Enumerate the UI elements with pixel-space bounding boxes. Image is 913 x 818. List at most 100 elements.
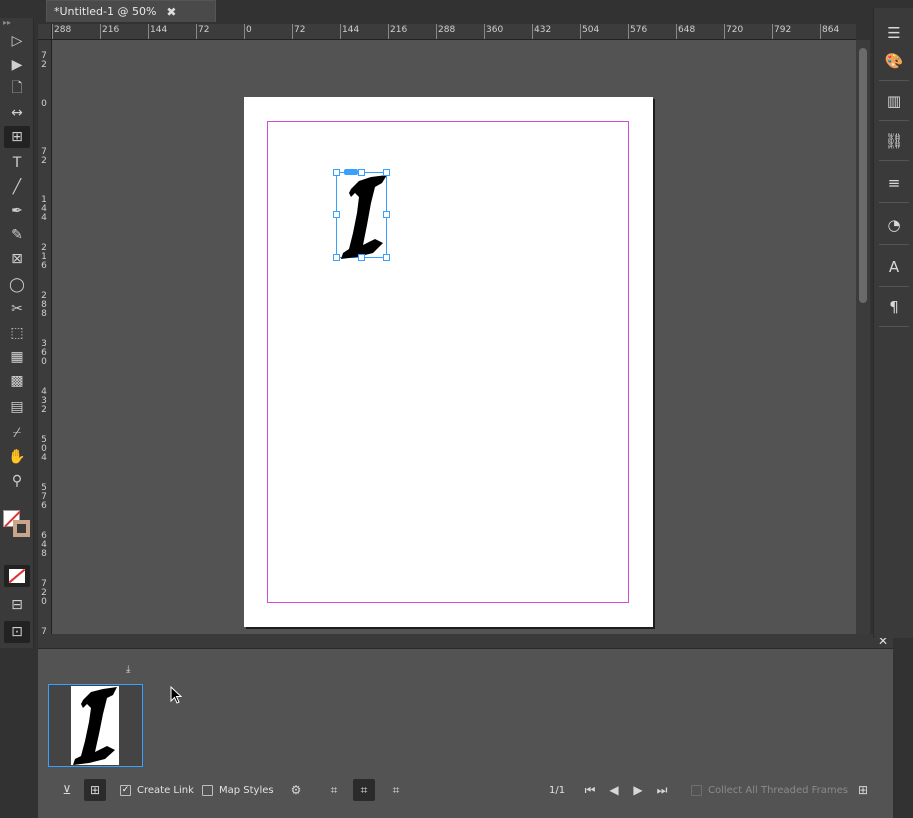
gradient-feather-tool-icon[interactable]: ▩ (4, 370, 30, 392)
resize-handle[interactable] (383, 254, 390, 261)
eyedropper-tool-icon[interactable]: ⌿ (4, 422, 30, 444)
gap-tool-icon[interactable]: ↔ (4, 102, 30, 124)
close-icon[interactable]: ✖ (166, 5, 176, 19)
ruler-tick-label: 1 4 4 (41, 195, 47, 223)
color-icon[interactable]: ◔ (881, 212, 907, 238)
create-link-label: Create Link (137, 784, 194, 796)
zoom-tool-icon[interactable]: ⚲ (4, 470, 30, 492)
conveyor-thumbnail[interactable] (48, 684, 143, 767)
ruler-tick-label: 792 (774, 25, 792, 35)
resize-handle[interactable] (333, 211, 340, 218)
ellipse-tool-icon[interactable]: ◯ (4, 274, 30, 296)
resize-handle[interactable] (383, 211, 390, 218)
type-tool-icon[interactable]: T (4, 152, 30, 174)
gradient-swatch-tool-icon[interactable]: ▦ (4, 346, 30, 368)
edit-style-mapping-icon[interactable]: ⚙ (285, 779, 307, 801)
resize-handle[interactable] (383, 169, 390, 176)
mouse-cursor-icon (170, 686, 182, 704)
selection-tool-icon[interactable]: ▷ (4, 30, 30, 52)
pages-icon[interactable]: ▥ (881, 88, 907, 114)
pencil-tool-icon[interactable]: ✎ (4, 224, 30, 246)
create-link-option[interactable]: ✓ Create Link (120, 781, 194, 799)
document-tab-title: *Untitled-1 @ 50% (54, 5, 157, 18)
next-item-icon[interactable]: ▶ (627, 779, 649, 801)
hand-tool-icon[interactable]: ✋ (4, 446, 30, 468)
ruler-tick-label: 7 2 (41, 147, 47, 166)
character-styles-icon[interactable]: A (881, 254, 907, 280)
scrollbar-thumb[interactable] (859, 48, 867, 303)
stroke-icon[interactable]: ≡ (881, 170, 907, 196)
toolbar-grip[interactable]: ▸▸ (0, 18, 34, 28)
document-tab-bar: *Untitled-1 @ 50% ✖ (38, 0, 868, 24)
panel-header (38, 634, 893, 648)
vertical-scrollbar[interactable] (856, 40, 870, 634)
fill-stroke-swatch[interactable] (3, 510, 31, 538)
collect-threaded-checkbox[interactable] (691, 784, 702, 796)
dock-separator (879, 202, 909, 203)
scissors-tool-icon[interactable]: ✂ (4, 298, 30, 320)
screen-mode-icon[interactable]: ⊡ (4, 621, 30, 643)
line-tool-icon[interactable]: ╱ (4, 176, 30, 198)
collect-mode-icon[interactable]: ⊞ (84, 779, 106, 801)
ruler-tick (436, 24, 437, 39)
document-tab[interactable]: *Untitled-1 @ 50% ✖ (46, 0, 216, 22)
apply-none-icon[interactable] (4, 565, 30, 587)
ruler-tick-label: 7 2 0 (41, 579, 47, 607)
ruler-tick-label: 0 (41, 99, 47, 109)
selected-graphic-frame[interactable] (333, 169, 390, 261)
place-and-load-icon[interactable]: ⌗ (385, 779, 407, 801)
vertical-ruler[interactable]: 7 2 0 7 2 1 4 4 2 1 6 2 8 8 3 6 0 4 3 2 5 0 4 5 7… (38, 40, 52, 634)
resize-handle[interactable] (358, 254, 365, 261)
map-styles-label: Map Styles (219, 784, 274, 796)
add-to-conveyor-icon[interactable]: ⊞ (852, 779, 874, 801)
ruler-tick-label: 504 (582, 25, 600, 35)
note-tool-icon[interactable]: ▤ (4, 396, 30, 418)
content-collector-tool-icon[interactable]: ⊞ (4, 126, 30, 148)
links-icon[interactable]: ⛓ (881, 128, 907, 154)
place-and-remove-icon[interactable]: ⌗ (323, 779, 345, 801)
ruler-tick (532, 24, 533, 39)
ruler-tick-label: 648 (678, 25, 696, 35)
free-transform-tool-icon[interactable]: ⬚ (4, 322, 30, 344)
previous-item-icon[interactable]: ◀ (603, 779, 625, 801)
place-multiple-icon[interactable]: ⌗ (353, 779, 375, 801)
ruler-origin[interactable] (38, 24, 52, 40)
ruler-tick (772, 24, 773, 39)
rectangle-frame-tool-icon[interactable]: ⊠ (4, 248, 30, 270)
ruler-tick (388, 24, 389, 39)
resize-handle[interactable] (358, 169, 365, 176)
document-page[interactable] (244, 97, 653, 627)
panel-menu-icon[interactable]: ☰ (881, 20, 907, 46)
ruler-tick (340, 24, 341, 39)
paragraph-styles-icon[interactable]: ¶ (881, 294, 907, 320)
resize-handle[interactable] (333, 254, 340, 261)
map-styles-checkbox[interactable] (202, 784, 213, 796)
ruler-tick (580, 24, 581, 39)
swatches-icon[interactable]: 🎨 (881, 48, 907, 74)
place-content-icon[interactable]: ⤓ (126, 664, 130, 675)
thumbnail-graphic (73, 687, 117, 765)
first-item-icon[interactable]: ⏮ (579, 779, 601, 801)
direct-selection-tool-icon[interactable]: ▶ (4, 54, 30, 76)
ruler-tick-label: 72 (294, 25, 306, 35)
resize-handle[interactable] (333, 169, 340, 176)
ruler-tick-label: 2 1 6 (41, 243, 47, 271)
ruler-tick-label: 720 (726, 25, 744, 35)
linked-content-icon[interactable] (344, 169, 358, 175)
pen-tool-icon[interactable]: ✒ (4, 200, 30, 222)
place-mode-icon[interactable]: ⊻ (56, 779, 78, 801)
collect-threaded-option[interactable]: Collect All Threaded Frames (691, 781, 848, 799)
ruler-tick-label: 6 4 8 (41, 531, 47, 559)
ruler-tick-label: 5 0 4 (41, 435, 47, 463)
map-styles-option[interactable]: Map Styles (202, 781, 274, 799)
ruler-tick (148, 24, 149, 39)
ruler-tick-label: 0 (246, 25, 252, 35)
last-item-icon[interactable]: ⏭ (651, 779, 673, 801)
page-tool-icon[interactable]: 🗋 (4, 78, 30, 100)
dock-separator (879, 286, 909, 287)
frame-mode-icon[interactable]: ⊟ (4, 594, 30, 616)
horizontal-ruler[interactable]: 288 216 144 72 0 72 144 216 288 360 432 504 576 648 72… (52, 24, 856, 40)
create-link-checkbox[interactable]: ✓ (120, 784, 131, 796)
ruler-tick-label: 216 (390, 25, 408, 35)
ruler-tick-label: 864 (822, 25, 840, 35)
